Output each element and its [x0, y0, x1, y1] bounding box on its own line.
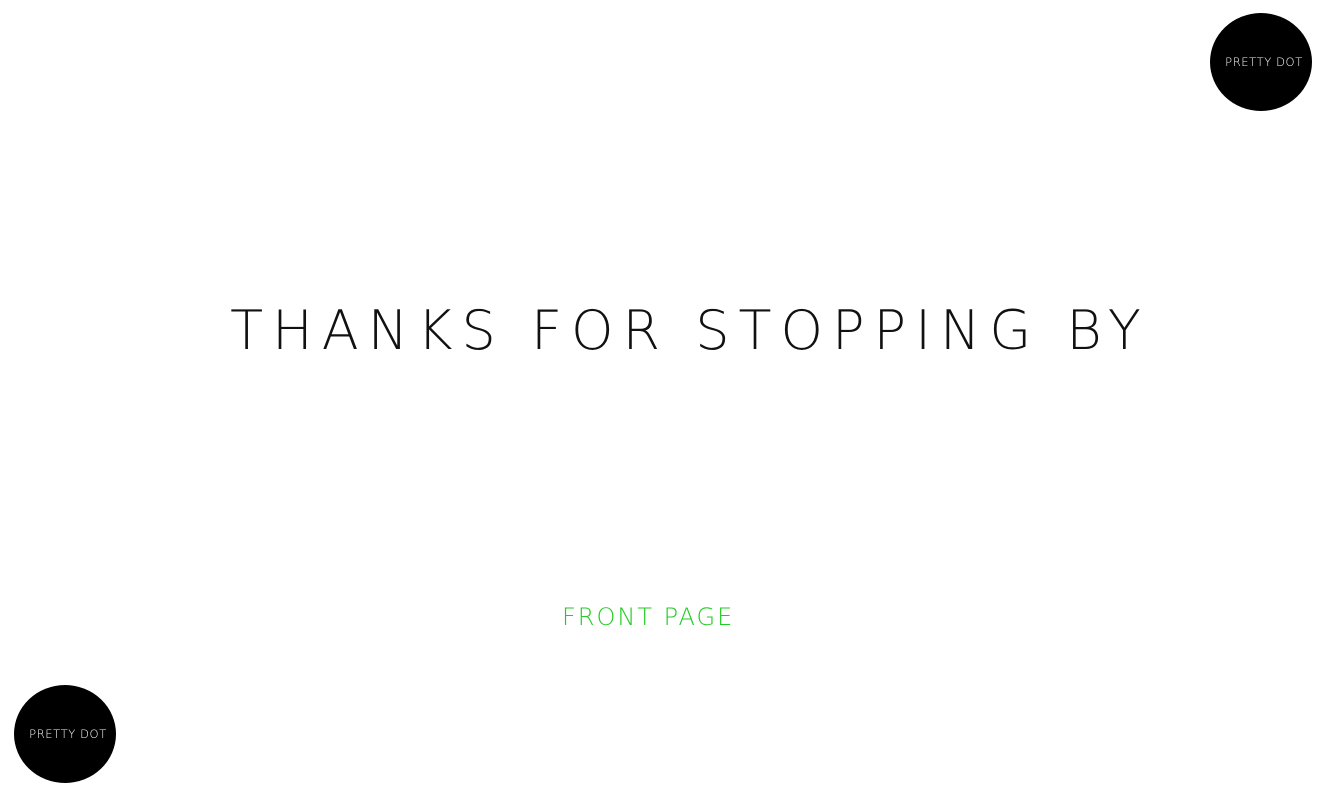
front-page-link[interactable]: FRONT PAGE [562, 603, 734, 631]
logo-text: PRETTY DOT [1225, 55, 1303, 69]
logo-text: PRETTY DOT [29, 727, 107, 741]
page: PRETTY DOT THANKS FOR STOPPING BY FRONT … [0, 0, 1325, 800]
logo-badge-top[interactable]: PRETTY DOT [1210, 13, 1312, 111]
page-headline: THANKS FOR STOPPING BY [230, 299, 1150, 362]
logo-badge-bottom[interactable]: PRETTY DOT [14, 685, 116, 783]
